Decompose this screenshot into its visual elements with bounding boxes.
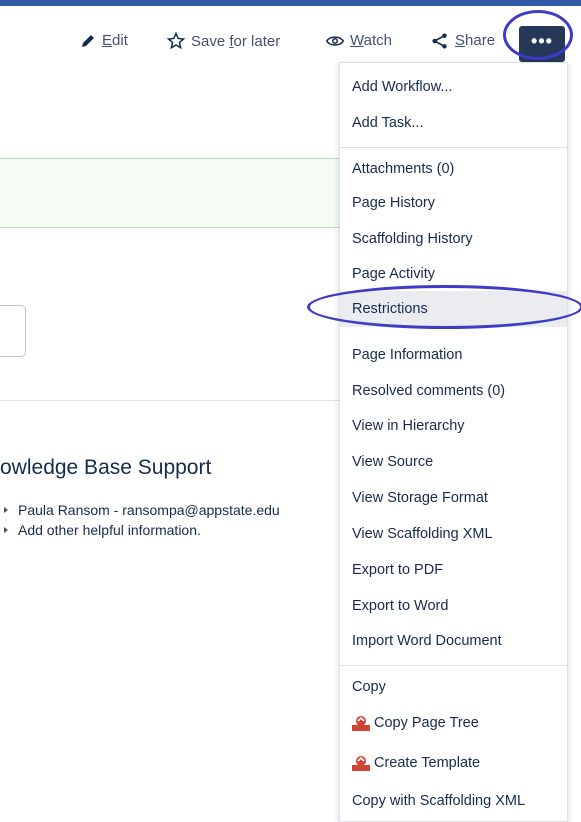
menu-item-view-source[interactable]: View Source [340,444,567,480]
menu-item-import-word[interactable]: Import Word Document [340,623,567,659]
list-item: Paula Ransom - ransompa@appstate.edu [4,500,280,520]
watch-label: Watch [350,32,392,49]
menu-divider [340,665,567,666]
save-for-later-button[interactable]: Save for later [167,32,280,50]
bullet-icon [4,507,8,513]
page-toolbar: Edit Save for later Watch Share ••• [0,6,581,70]
share-label: Share [455,32,496,49]
menu-item-export-pdf[interactable]: Export to PDF [340,552,567,588]
menu-item-view-scaffolding-xml[interactable]: View Scaffolding XML [340,516,567,552]
menu-item-view-storage-format[interactable]: View Storage Format [340,480,567,516]
menu-divider [340,147,567,148]
menu-item-view-in-hierarchy[interactable]: View in Hierarchy [340,408,567,444]
list-item: Add other helpful information. [4,520,280,540]
section-heading: owledge Base Support [0,456,212,479]
support-list: Paula Ransom - ransompa@appstate.edu Add… [4,500,280,540]
share-icon [432,32,447,49]
menu-item-add-workflow[interactable]: Add Workflow... [340,69,567,105]
menu-item-export-word[interactable]: Export to Word [340,588,567,624]
menu-item-page-history[interactable]: Page History [340,185,567,221]
annotation-circle-restrictions [307,285,581,329]
menu-item-attachments[interactable]: Attachments (0) [340,151,567,187]
info-panel [0,158,340,228]
menu-item-add-task[interactable]: Add Task... [340,105,567,141]
content-divider [0,400,340,401]
save-for-later-label: Save for later [191,32,281,50]
menu-item-copy-scaffolding-xml[interactable]: Copy with Scaffolding XML [340,783,567,819]
menu-item-page-information[interactable]: Page Information [340,337,567,373]
copy-page-tree-icon [352,716,370,731]
menu-item-copy-page-tree[interactable]: Copy Page Tree [340,705,567,741]
menu-item-copy[interactable]: Copy [340,669,567,705]
menu-item-resolved-comments[interactable]: Resolved comments (0) [340,373,567,409]
edit-label: Edit [102,32,128,49]
annotation-circle-more-button [503,10,573,60]
more-actions-menu: Add Workflow... Add Task... Attachments … [339,62,568,822]
search-input[interactable] [0,305,26,357]
edit-button[interactable]: Edit [80,32,128,49]
pencil-icon [82,34,94,47]
star-icon [167,32,185,50]
create-template-icon [352,756,370,771]
share-button[interactable]: Share [431,32,495,49]
menu-item-create-template[interactable]: Create Template [340,745,567,781]
watch-button[interactable]: Watch [326,32,392,49]
bullet-icon [4,527,8,533]
menu-item-scaffolding-history[interactable]: Scaffolding History [340,221,567,257]
eye-icon [326,35,344,46]
